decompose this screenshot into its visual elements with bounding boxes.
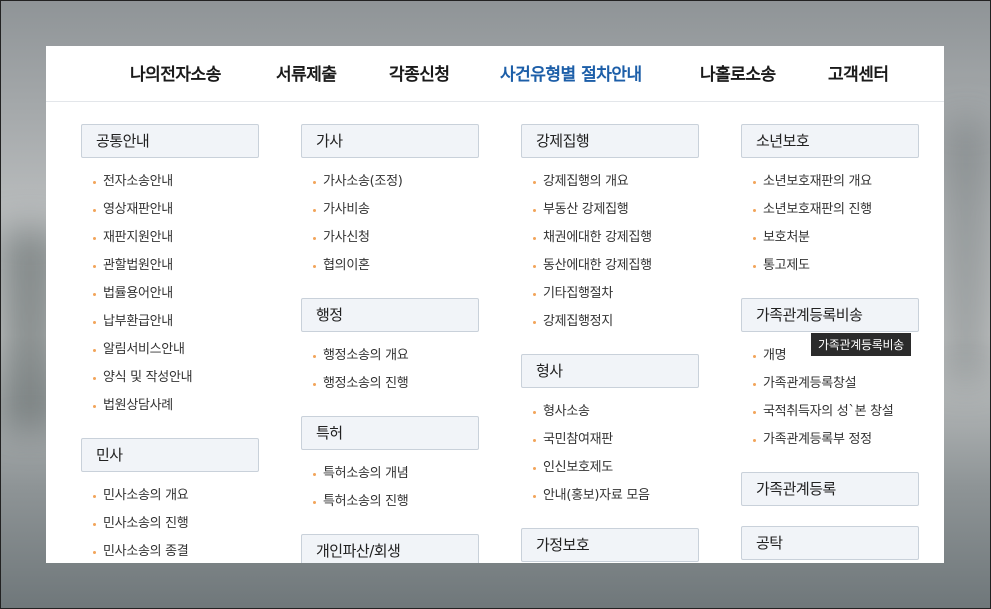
menu-link[interactable]: 통고제도 bbox=[741, 252, 921, 280]
menu-link[interactable]: 소년보호재판의 개요 bbox=[741, 168, 921, 196]
menu-link[interactable]: 강제집행의 개요 bbox=[521, 168, 701, 196]
category-link-list: 행정소송의 개요 행정소송의 진행 bbox=[301, 342, 481, 398]
menu-link[interactable]: 협의이혼 bbox=[301, 252, 481, 280]
category-link-list: 특허소송의 개념 특허소송의 진행 bbox=[301, 460, 481, 516]
category-link-list: 형사소송 국민참여재판 인신보호제도 안내(홍보)자료 모음 bbox=[521, 398, 701, 510]
menu-link[interactable]: 가족관계등록부 정정 bbox=[741, 426, 921, 454]
menu-link[interactable]: 전자소송안내 bbox=[81, 168, 261, 196]
tooltip: 가족관계등록비송 bbox=[811, 333, 911, 356]
category-header[interactable]: 공탁 bbox=[741, 526, 919, 560]
menu-link[interactable]: 특허소송의 진행 bbox=[301, 488, 481, 516]
menu-link[interactable]: 관할법원안내 bbox=[81, 252, 261, 280]
category-header[interactable]: 소년보호 bbox=[741, 124, 919, 158]
menu-link[interactable]: 형사소송 bbox=[521, 398, 701, 426]
menu-link[interactable]: 강제집행정지 bbox=[521, 308, 701, 336]
menu-link[interactable]: 기타집행절차 bbox=[521, 280, 701, 308]
nav-item-4[interactable]: 사건유형별 절차안내 bbox=[500, 60, 642, 85]
category-link-list: 민사소송의 개요 민사소송의 진행 민사소송의 종결 bbox=[81, 482, 261, 563]
menu-link[interactable]: 알림서비스안내 bbox=[81, 336, 261, 364]
category-header[interactable]: 형사 bbox=[521, 354, 699, 388]
menu-panel: 나의전자소송 서류제출 각종신청 사건유형별 절차안내 나홀로소송 고객센터 공통안내전자… bbox=[46, 46, 944, 563]
menu-link[interactable]: 국적취득자의 성`본 창설 bbox=[741, 398, 921, 426]
menu-link[interactable]: 가사신청 bbox=[301, 224, 481, 252]
menu-link[interactable]: 민사소송의 개요 bbox=[81, 482, 261, 510]
menu-column-family: 가사가사소송(조정) 가사비송 가사신청 협의이혼행정행정소송의 개요 행정소송의 진행… bbox=[301, 124, 481, 563]
menu-link[interactable]: 국민참여재판 bbox=[521, 426, 701, 454]
menu-link[interactable]: 가사소송(조정) bbox=[301, 168, 481, 196]
category-link-list: 소년보호재판의 개요 소년보호재판의 진행 보호처분 통고제도 bbox=[741, 168, 921, 280]
category-header[interactable]: 민사 bbox=[81, 438, 259, 472]
menu-link[interactable]: 부동산 강제집행 bbox=[521, 196, 701, 224]
menu-column-enforcement: 강제집행강제집행의 개요 부동산 강제집행 채권에대한 강제집행 동산에대한 강제집행… bbox=[521, 124, 701, 563]
category-header[interactable]: 가정보호 bbox=[521, 528, 699, 562]
category-header[interactable]: 행정 bbox=[301, 298, 479, 332]
menu-link[interactable]: 양식 및 작성안내 bbox=[81, 364, 261, 392]
menu-link[interactable]: 행정소송의 개요 bbox=[301, 342, 481, 370]
category-header[interactable]: 가족관계등록비송 bbox=[741, 298, 919, 332]
category-link-list: 개명 가족관계등록창설 국적취득자의 성`본 창설 가족관계등록부 정정 bbox=[741, 342, 921, 454]
menu-link[interactable]: 가사비송 bbox=[301, 196, 481, 224]
menu-link[interactable]: 영상재판안내 bbox=[81, 196, 261, 224]
menu-link[interactable]: 납부환급안내 bbox=[81, 308, 261, 336]
menu-link[interactable]: 법원상담사례 bbox=[81, 392, 261, 420]
category-header[interactable]: 공통안내 bbox=[81, 124, 259, 158]
category-header[interactable]: 가족관계등록 bbox=[741, 472, 919, 506]
category-link-list: 가사소송(조정) 가사비송 가사신청 협의이혼 bbox=[301, 168, 481, 280]
nav-item-5[interactable]: 나홀로소송 bbox=[700, 60, 776, 85]
menu-link[interactable]: 특허소송의 개념 bbox=[301, 460, 481, 488]
menu-link[interactable]: 인신보호제도 bbox=[521, 454, 701, 482]
nav-item-3[interactable]: 각종신청 bbox=[389, 60, 450, 85]
menu-link[interactable]: 채권에대한 강제집행 bbox=[521, 224, 701, 252]
category-header[interactable]: 개인파산/회생 bbox=[301, 534, 479, 563]
category-link-list: 강제집행의 개요 부동산 강제집행 채권에대한 강제집행 동산에대한 강제집행 기타집행… bbox=[521, 168, 701, 336]
nav-item-1[interactable]: 나의전자소송 bbox=[130, 60, 221, 85]
menu-link[interactable]: 민사소송의 진행 bbox=[81, 510, 261, 538]
nav-item-6[interactable]: 고객센터 bbox=[828, 60, 889, 85]
menu-link[interactable]: 행정소송의 진행 bbox=[301, 370, 481, 398]
menu-link[interactable]: 소년보호재판의 진행 bbox=[741, 196, 921, 224]
menu-link[interactable]: 보호처분 bbox=[741, 224, 921, 252]
menu-link[interactable]: 법률용어안내 bbox=[81, 280, 261, 308]
menu-link[interactable]: 재판지원안내 bbox=[81, 224, 261, 252]
menu-column-common: 공통안내전자소송안내 영상재판안내 재판지원안내 관할법원안내 법률용어안내 납부환급안내… bbox=[81, 124, 261, 563]
category-header[interactable]: 가사 bbox=[301, 124, 479, 158]
menu-link[interactable]: 동산에대한 강제집행 bbox=[521, 252, 701, 280]
category-link-list: 전자소송안내 영상재판안내 재판지원안내 관할법원안내 법률용어안내 납부환급안내 알림서비… bbox=[81, 168, 261, 420]
global-nav: 나의전자소송 서류제출 각종신청 사건유형별 절차안내 나홀로소송 고객센터 bbox=[46, 46, 944, 102]
menu-link[interactable]: 민사소송의 종결 bbox=[81, 538, 261, 563]
category-header[interactable]: 특허 bbox=[301, 416, 479, 450]
category-header[interactable]: 강제집행 bbox=[521, 124, 699, 158]
nav-item-2[interactable]: 서류제출 bbox=[276, 60, 337, 85]
menu-link[interactable]: 가족관계등록창설 bbox=[741, 370, 921, 398]
menu-link[interactable]: 안내(홍보)자료 모음 bbox=[521, 482, 701, 510]
